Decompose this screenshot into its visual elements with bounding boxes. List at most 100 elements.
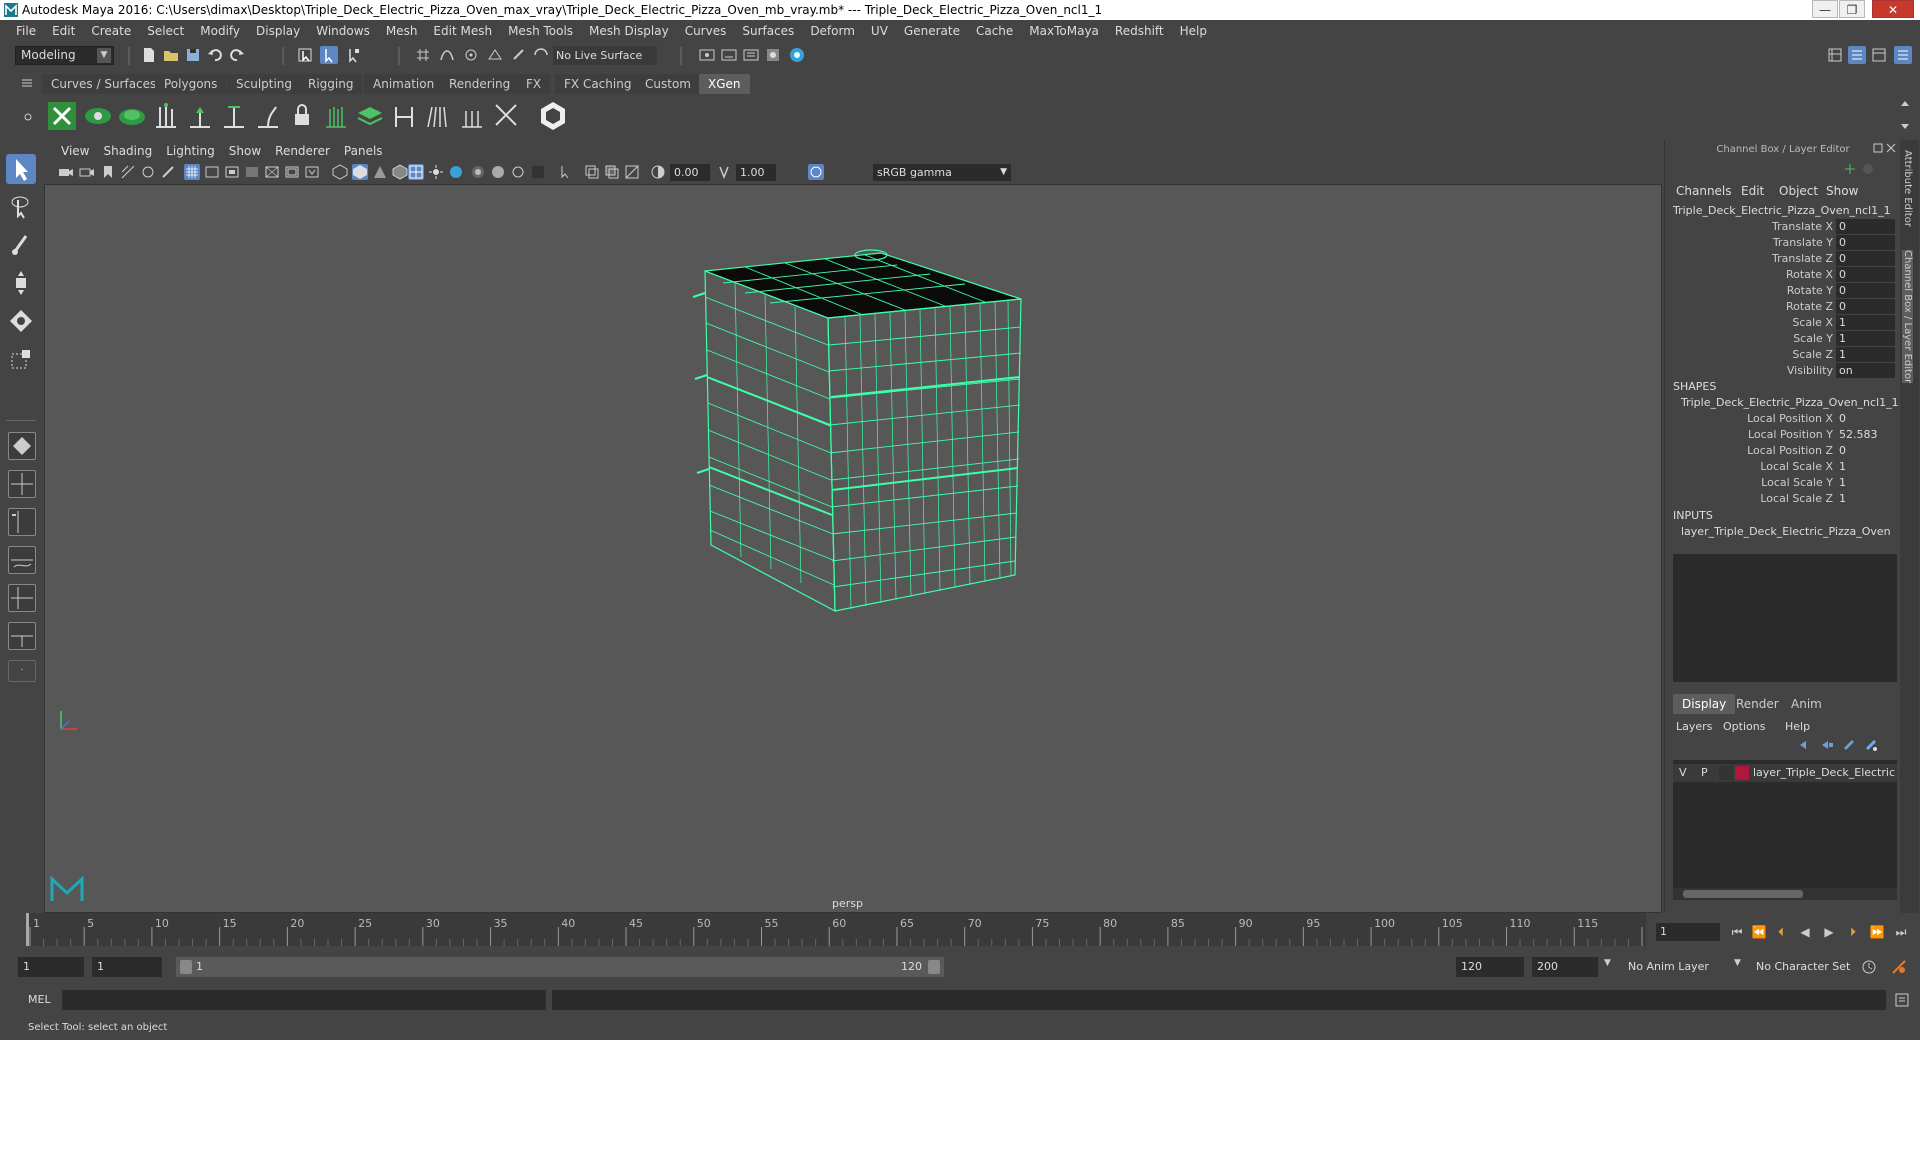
close-panel-icon[interactable]: [1886, 143, 1896, 153]
menu-deform[interactable]: Deform: [802, 20, 863, 42]
range-start-handle[interactable]: [180, 960, 192, 974]
shape-node-name[interactable]: Triple_Deck_Electric_Pizza_Oven_ncl1_1..…: [1681, 396, 1909, 409]
menu-help[interactable]: Help: [1172, 20, 1215, 42]
tab-anim[interactable]: Anim: [1782, 694, 1831, 714]
attr-local-position-z[interactable]: Local Position Z0: [1665, 443, 1901, 459]
menu-mesh-display[interactable]: Mesh Display: [581, 20, 677, 42]
attr-translate-x[interactable]: Translate X0: [1665, 219, 1901, 235]
xgen-preview-icon[interactable]: [82, 99, 114, 133]
persp-hypershade-layout-button[interactable]: [8, 584, 36, 612]
layer-scrollbar[interactable]: [1673, 888, 1897, 900]
step-back-frame-icon[interactable]: ⏪: [1750, 924, 1768, 940]
menu-cache[interactable]: Cache: [968, 20, 1021, 42]
menu-generate[interactable]: Generate: [896, 20, 968, 42]
maximize-button[interactable]: ❐: [1839, 0, 1865, 18]
lasso-tool-button[interactable]: [6, 192, 36, 222]
toggle-channel-box-icon[interactable]: [1894, 46, 1912, 64]
attr-scale-z[interactable]: Scale Z1: [1665, 347, 1901, 363]
single-perspective-layout-button[interactable]: [8, 432, 36, 460]
selected-object-name[interactable]: Triple_Deck_Electric_Pizza_Oven_ncl1_1: [1673, 204, 1891, 217]
current-frame-field[interactable]: 1: [1656, 923, 1720, 941]
toggle-modeling-toolkit-icon[interactable]: [1826, 46, 1844, 64]
anim-start-field[interactable]: 1: [92, 957, 162, 977]
image-plane-icon[interactable]: [120, 164, 136, 180]
menu-edit-mesh[interactable]: Edit Mesh: [425, 20, 500, 42]
tab-animation[interactable]: Animation: [364, 74, 444, 94]
lock-guide-icon[interactable]: [286, 99, 318, 133]
vp-menu-show[interactable]: Show: [222, 144, 268, 158]
hypershade-icon[interactable]: [764, 46, 782, 64]
start-time-field[interactable]: 1: [18, 957, 84, 977]
select-by-object-icon[interactable]: [320, 46, 338, 64]
minimize-button[interactable]: —: [1812, 0, 1838, 18]
groom-cut-icon[interactable]: [456, 99, 488, 133]
attr-scale-y[interactable]: Scale Y1: [1665, 331, 1901, 347]
attr-local-scale-y[interactable]: Local Scale Y1: [1665, 475, 1901, 491]
layer-menu-options[interactable]: Options: [1723, 720, 1765, 733]
attr-local-scale-z[interactable]: Local Scale Z1: [1665, 491, 1901, 507]
channel-box-side-tab[interactable]: Channel Box / Layer Editor: [1902, 250, 1913, 384]
attr-local-position-y[interactable]: Local Position Y 52.583: [1665, 427, 1901, 443]
render-current-frame-icon[interactable]: [698, 46, 716, 64]
exposure-icon[interactable]: [650, 164, 666, 180]
attr-local-position-x[interactable]: Local Position X0: [1665, 411, 1901, 427]
camera-icon[interactable]: [58, 164, 74, 180]
attr-scale-x[interactable]: Scale X1: [1665, 315, 1901, 331]
render-view-icon[interactable]: [788, 46, 806, 64]
groom-tools-icon[interactable]: [490, 99, 522, 133]
tab-curves-surfaces[interactable]: Curves / Surfaces: [42, 74, 166, 94]
layer-visibility-toggle[interactable]: V: [1679, 766, 1687, 779]
add-guides-icon[interactable]: [150, 99, 182, 133]
use-default-material-icon[interactable]: [372, 164, 388, 180]
vp-menu-lighting[interactable]: Lighting: [159, 144, 222, 158]
tab-fx[interactable]: FX: [517, 74, 551, 94]
layer-playback-toggle[interactable]: P: [1701, 766, 1708, 779]
attr-rotate-x[interactable]: Rotate X0: [1665, 267, 1901, 283]
gamma-field[interactable]: 1.00: [736, 164, 776, 181]
character-set-select[interactable]: No Character Set: [1752, 957, 1862, 977]
move-layer-up-icon[interactable]: [1798, 738, 1812, 752]
chevron-down-icon[interactable]: ▼: [1734, 958, 1741, 968]
go-to-start-icon[interactable]: ⏮: [1728, 924, 1746, 940]
rotate-tool-button[interactable]: [6, 306, 36, 336]
command-input[interactable]: [62, 990, 546, 1010]
attr-rotate-y[interactable]: Rotate Y0: [1665, 283, 1901, 299]
range-end-handle[interactable]: [928, 960, 940, 974]
menu-create[interactable]: Create: [83, 20, 139, 42]
attr-translate-y[interactable]: Translate Y0: [1665, 235, 1901, 251]
step-forward-frame-icon[interactable]: ⏩: [1868, 924, 1886, 940]
step-back-key-icon[interactable]: ⏴: [1772, 924, 1790, 940]
safe-action-icon[interactable]: [284, 164, 300, 180]
xray-active-components-icon[interactable]: [604, 164, 620, 180]
make-live-icon[interactable]: [532, 46, 550, 64]
resolution-gate-icon[interactable]: [224, 164, 240, 180]
undo-icon[interactable]: [206, 46, 224, 64]
animation-preferences-icon[interactable]: [1890, 958, 1908, 976]
snap-to-view-plane-icon[interactable]: [486, 46, 504, 64]
layer-menu-help[interactable]: Help: [1785, 720, 1810, 733]
ipr-render-icon[interactable]: [720, 46, 738, 64]
guide-density-icon[interactable]: [320, 99, 352, 133]
layer-display-type[interactable]: [1719, 766, 1733, 780]
tab-xgen[interactable]: XGen: [699, 74, 750, 94]
redo-icon[interactable]: [228, 46, 246, 64]
attr-visibility[interactable]: Visibility on: [1665, 363, 1901, 379]
bookmark-icon[interactable]: [100, 164, 116, 180]
cb-menu-channels[interactable]: Channels: [1676, 184, 1732, 198]
menu-select[interactable]: Select: [139, 20, 192, 42]
grid-icon[interactable]: [184, 164, 200, 180]
tab-custom[interactable]: Custom: [636, 74, 700, 94]
menu-mesh[interactable]: Mesh: [378, 20, 426, 42]
current-time-marker[interactable]: [26, 913, 29, 946]
gamma-icon[interactable]: [716, 164, 732, 180]
tab-display[interactable]: Display: [1673, 694, 1736, 714]
menu-mesh-tools[interactable]: Mesh Tools: [500, 20, 581, 42]
wireframe-icon[interactable]: [332, 164, 348, 180]
input-node-name[interactable]: layer_Triple_Deck_Electric_Pizza_Oven: [1681, 525, 1891, 538]
guide-bend-icon[interactable]: [252, 99, 284, 133]
select-by-component-icon[interactable]: [344, 46, 362, 64]
select-by-hierarchy-icon[interactable]: [296, 46, 314, 64]
field-chart-icon[interactable]: [264, 164, 280, 180]
attr-translate-z[interactable]: Translate Z0: [1665, 251, 1901, 267]
attr-rotate-z[interactable]: Rotate Z0: [1665, 299, 1901, 315]
